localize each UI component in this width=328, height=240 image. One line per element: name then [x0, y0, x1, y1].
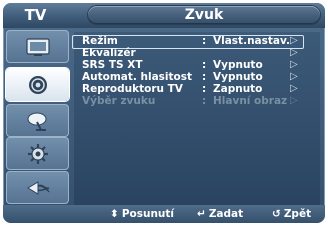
sidebar-item-picture[interactable]	[6, 30, 69, 63]
submenu-arrow-icon: ▷	[290, 59, 298, 70]
menu-row-colon: :	[202, 83, 207, 95]
return-icon: ↺	[272, 208, 281, 220]
hint-move-label: Posunutí	[121, 208, 175, 220]
submenu-arrow-icon: ▷	[290, 47, 298, 58]
menu-row-sound-select: Výběr zvuku : Hlavní obraz ▷	[74, 95, 320, 108]
submenu-arrow-icon: ▷	[290, 35, 298, 46]
setup-icon	[27, 143, 48, 164]
sidebar	[6, 28, 69, 206]
menu-row-label: Automat. hlasitost	[82, 71, 193, 83]
menu-row-colon: :	[202, 95, 207, 107]
tv-label: TV	[24, 6, 47, 24]
sidebar-item-channel[interactable]	[6, 104, 69, 137]
picture-icon	[25, 37, 50, 56]
enter-icon: ↵	[197, 208, 206, 220]
submenu-arrow-icon: ▷	[290, 95, 298, 106]
menu-row-colon: :	[202, 59, 207, 71]
hint-enter-label: Zadat	[208, 208, 244, 220]
submenu-arrow-icon: ▷	[290, 71, 298, 82]
title-pill: Zvuk	[88, 6, 320, 24]
input-icon	[26, 180, 50, 195]
menu-row-label: Výběr zvuku	[82, 95, 156, 107]
tv-osd-screen: TV Zvuk Režim: Vlast.nastav. ▷ Ekvalizé…	[0, 0, 328, 226]
hint-back: ↺ Zpět	[272, 207, 311, 221]
sound-icon	[28, 75, 47, 94]
menu-row-label: Reproduktoru TV	[82, 83, 183, 95]
channel-icon	[27, 112, 46, 131]
sidebar-item-setup[interactable]	[6, 137, 69, 170]
updown-icon: ⬍	[110, 208, 119, 220]
menu-panel: Režim : Vlast.nastav. ▷ Ekvalizér ▷ SRS …	[72, 32, 320, 206]
sidebar-item-sound[interactable]	[6, 68, 69, 101]
menu-row-value: Vypnuto	[213, 71, 263, 83]
hint-enter: ↵ Zadat	[197, 207, 243, 221]
submenu-arrow-icon: ▷	[290, 83, 298, 94]
hint-move: ⬍ Posunutí	[110, 207, 174, 221]
menu-row-value: Vypnuto	[213, 59, 263, 71]
sidebar-item-input[interactable]	[6, 171, 69, 204]
menu-list: Režim : Vlast.nastav. ▷ Ekvalizér ▷ SRS …	[72, 35, 320, 108]
menu-row-value: Hlavní obraz	[213, 95, 288, 107]
menu-row-label: Ekvalizér	[82, 47, 136, 59]
menu-row-label: SRS TS XT	[82, 59, 143, 71]
menu-row-value: Vlast.nastav.	[213, 35, 290, 47]
menu-row-colon: :	[202, 71, 207, 83]
menu-row-value: Zapnuto	[213, 83, 263, 95]
menu-row-colon: :	[202, 35, 207, 47]
menu-title: Zvuk	[184, 7, 224, 23]
hint-back-label: Zpět	[283, 208, 312, 220]
menu-row-label: Režim	[82, 35, 118, 47]
